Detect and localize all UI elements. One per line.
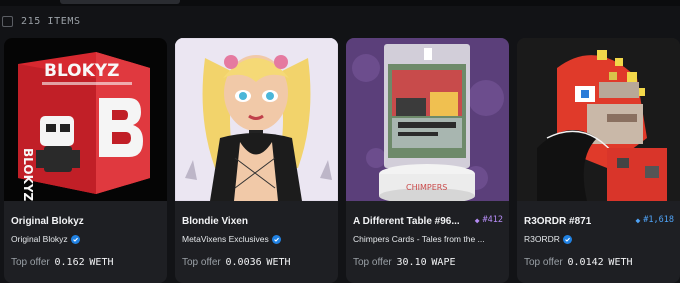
offer-value: 0.162 [54, 257, 85, 268]
top-offer: Top offer 30.10 WAPE [353, 257, 456, 268]
verified-badge-icon [70, 234, 80, 244]
items-count: 215 ITEMS [21, 15, 81, 27]
nft-card[interactable]: BLOKYZ BLOKYZ Original Blokyz Original B… [4, 38, 167, 283]
collection-name[interactable]: Original Blokyz [11, 234, 80, 244]
rarity-rank: ◆ #1,618 [635, 215, 674, 225]
rank-value: #412 [482, 215, 503, 225]
top-offer-label: Top offer [11, 257, 50, 268]
svg-text:CHIMPERS: CHIMPERS [406, 183, 447, 192]
items-count-row: 215 ITEMS [0, 12, 81, 30]
top-offer: Top offer 0.162 WETH [11, 257, 114, 268]
top-bar [0, 0, 680, 6]
offer-value: 0.0142 [567, 257, 604, 268]
nft-name[interactable]: R3ORDR #871 [524, 216, 591, 227]
rank-diamond-icon: ◆ [635, 215, 641, 225]
rarity-rank: ◆ #412 [475, 215, 503, 225]
verified-badge-icon [562, 234, 572, 244]
svg-text:BLOKYZ: BLOKYZ [44, 61, 119, 81]
nft-name[interactable]: Blondie Vixen [182, 216, 248, 227]
rank-value: #1,618 [643, 215, 674, 225]
offer-value: 30.10 [396, 257, 427, 268]
glitch-portrait-artwork [517, 38, 680, 201]
nft-card[interactable]: Blondie Vixen MetaVixens Exclusives Top … [175, 38, 338, 283]
offer-currency: WAPE [431, 257, 456, 268]
top-bar-tab [60, 0, 180, 4]
blokyz-box-artwork: BLOKYZ BLOKYZ [4, 38, 167, 201]
collection-label[interactable]: MetaVixens Exclusives [182, 234, 269, 244]
nft-card[interactable]: CHIMPERS A Different Table #96... ◆ #412… [346, 38, 509, 283]
collection-name[interactable]: MetaVixens Exclusives [182, 234, 281, 244]
offer-currency: WETH [608, 257, 633, 268]
collection-label[interactable]: Chimpers Cards - Tales from the ... [353, 234, 485, 244]
svg-text:BLOKYZ: BLOKYZ [21, 148, 35, 201]
verified-badge-icon [271, 234, 281, 244]
collection-name[interactable]: R3ORDR [524, 234, 572, 244]
chimpers-card-on-pedestal: CHIMPERS [346, 38, 509, 201]
collection-label[interactable]: R3ORDR [524, 234, 560, 244]
top-offer: Top offer 0.0036 WETH [182, 257, 291, 268]
items-grid: BLOKYZ BLOKYZ Original Blokyz Original B… [4, 38, 680, 283]
offer-currency: WETH [266, 257, 291, 268]
top-offer-label: Top offer [353, 257, 392, 268]
collection-label[interactable]: Original Blokyz [11, 234, 68, 244]
select-all-checkbox[interactable] [2, 15, 13, 27]
nft-name[interactable]: A Different Table #96... [353, 216, 460, 227]
nft-name[interactable]: Original Blokyz [11, 216, 84, 227]
blonde-cartoon-character-artwork [175, 38, 338, 201]
rank-diamond-icon: ◆ [474, 215, 480, 225]
top-offer-label: Top offer [182, 257, 221, 268]
top-offer: Top offer 0.0142 WETH [524, 257, 633, 268]
offer-currency: WETH [89, 257, 114, 268]
collection-name[interactable]: Chimpers Cards - Tales from the ... [353, 234, 485, 244]
top-offer-label: Top offer [524, 257, 563, 268]
offer-value: 0.0036 [225, 257, 262, 268]
nft-card[interactable]: R3ORDR #871 ◆ #1,618 R3ORDR Top offer 0.… [517, 38, 680, 283]
